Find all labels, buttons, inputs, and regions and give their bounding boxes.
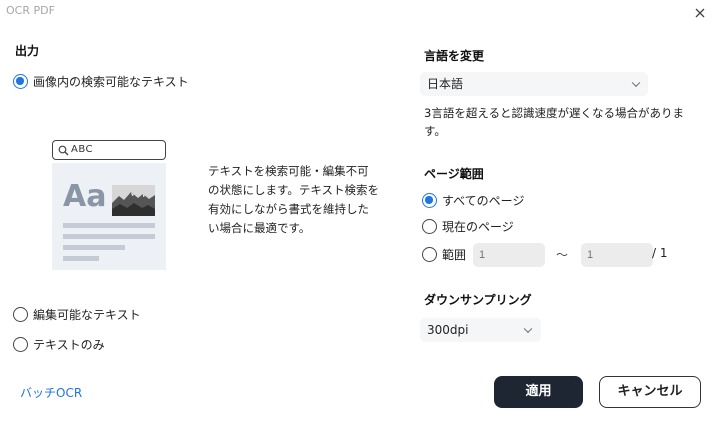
preview-document: Aa (52, 163, 166, 270)
preview-search-box: ABC (52, 140, 166, 160)
option-label-all-pages: すべてのページ (442, 194, 525, 208)
range-to-input[interactable] (581, 243, 653, 267)
preview-text-line (63, 234, 155, 239)
downsampling-selected-value: 300dpi (427, 323, 469, 337)
radio-current-page[interactable] (422, 219, 437, 234)
option-label-text-only: テキストのみ (33, 338, 105, 352)
language-selected-value: 日本語 (427, 77, 464, 91)
search-icon (58, 145, 69, 156)
option-label-editable-text: 編集可能なテキスト (33, 308, 141, 322)
window-title: OCR PDF (6, 4, 55, 17)
option-label-current-page: 現在のページ (442, 220, 514, 234)
radio-all-pages[interactable] (422, 193, 437, 208)
apply-button[interactable]: 適用 (494, 376, 583, 408)
batch-ocr-link[interactable]: バッチOCR (20, 384, 82, 401)
option-label-range: 範囲 (442, 248, 467, 262)
output-heading: 出力 (15, 44, 40, 58)
radio-editable-text[interactable] (13, 307, 28, 322)
output-description: テキストを検索可能・編集不可の状態にします。テキスト検索を有効にしながら書式を維… (208, 164, 380, 235)
cancel-button[interactable]: キャンセル (599, 376, 701, 408)
preview-search-text: ABC (71, 144, 94, 155)
downsampling-heading: ダウンサンプリング (424, 293, 532, 307)
chevron-down-icon (523, 324, 533, 334)
preview-text-line (63, 223, 155, 228)
language-heading: 言語を変更 (424, 49, 485, 63)
preview-sample-text: Aa (63, 179, 107, 214)
page-range-heading: ページ範囲 (424, 167, 484, 181)
downsampling-select[interactable]: 300dpi (420, 318, 541, 342)
radio-text-only[interactable] (13, 337, 28, 352)
range-from-input[interactable] (473, 243, 545, 267)
preview-text-line (63, 245, 125, 250)
radio-searchable-text-in-image[interactable] (13, 74, 28, 89)
preview-text-line (63, 256, 99, 261)
close-icon[interactable] (692, 5, 708, 21)
language-select[interactable]: 日本語 (420, 72, 648, 96)
landscape-image-icon (112, 185, 155, 216)
chevron-down-icon (631, 78, 641, 88)
radio-range[interactable] (422, 247, 437, 262)
option-label-searchable-text-in-image: 画像内の検索可能なテキスト (33, 75, 189, 89)
range-total: / 1 (652, 246, 668, 260)
range-separator: ～ (556, 248, 569, 262)
language-note: 3言語を超えると認識速度が遅くなる場合があります。 (424, 106, 684, 138)
